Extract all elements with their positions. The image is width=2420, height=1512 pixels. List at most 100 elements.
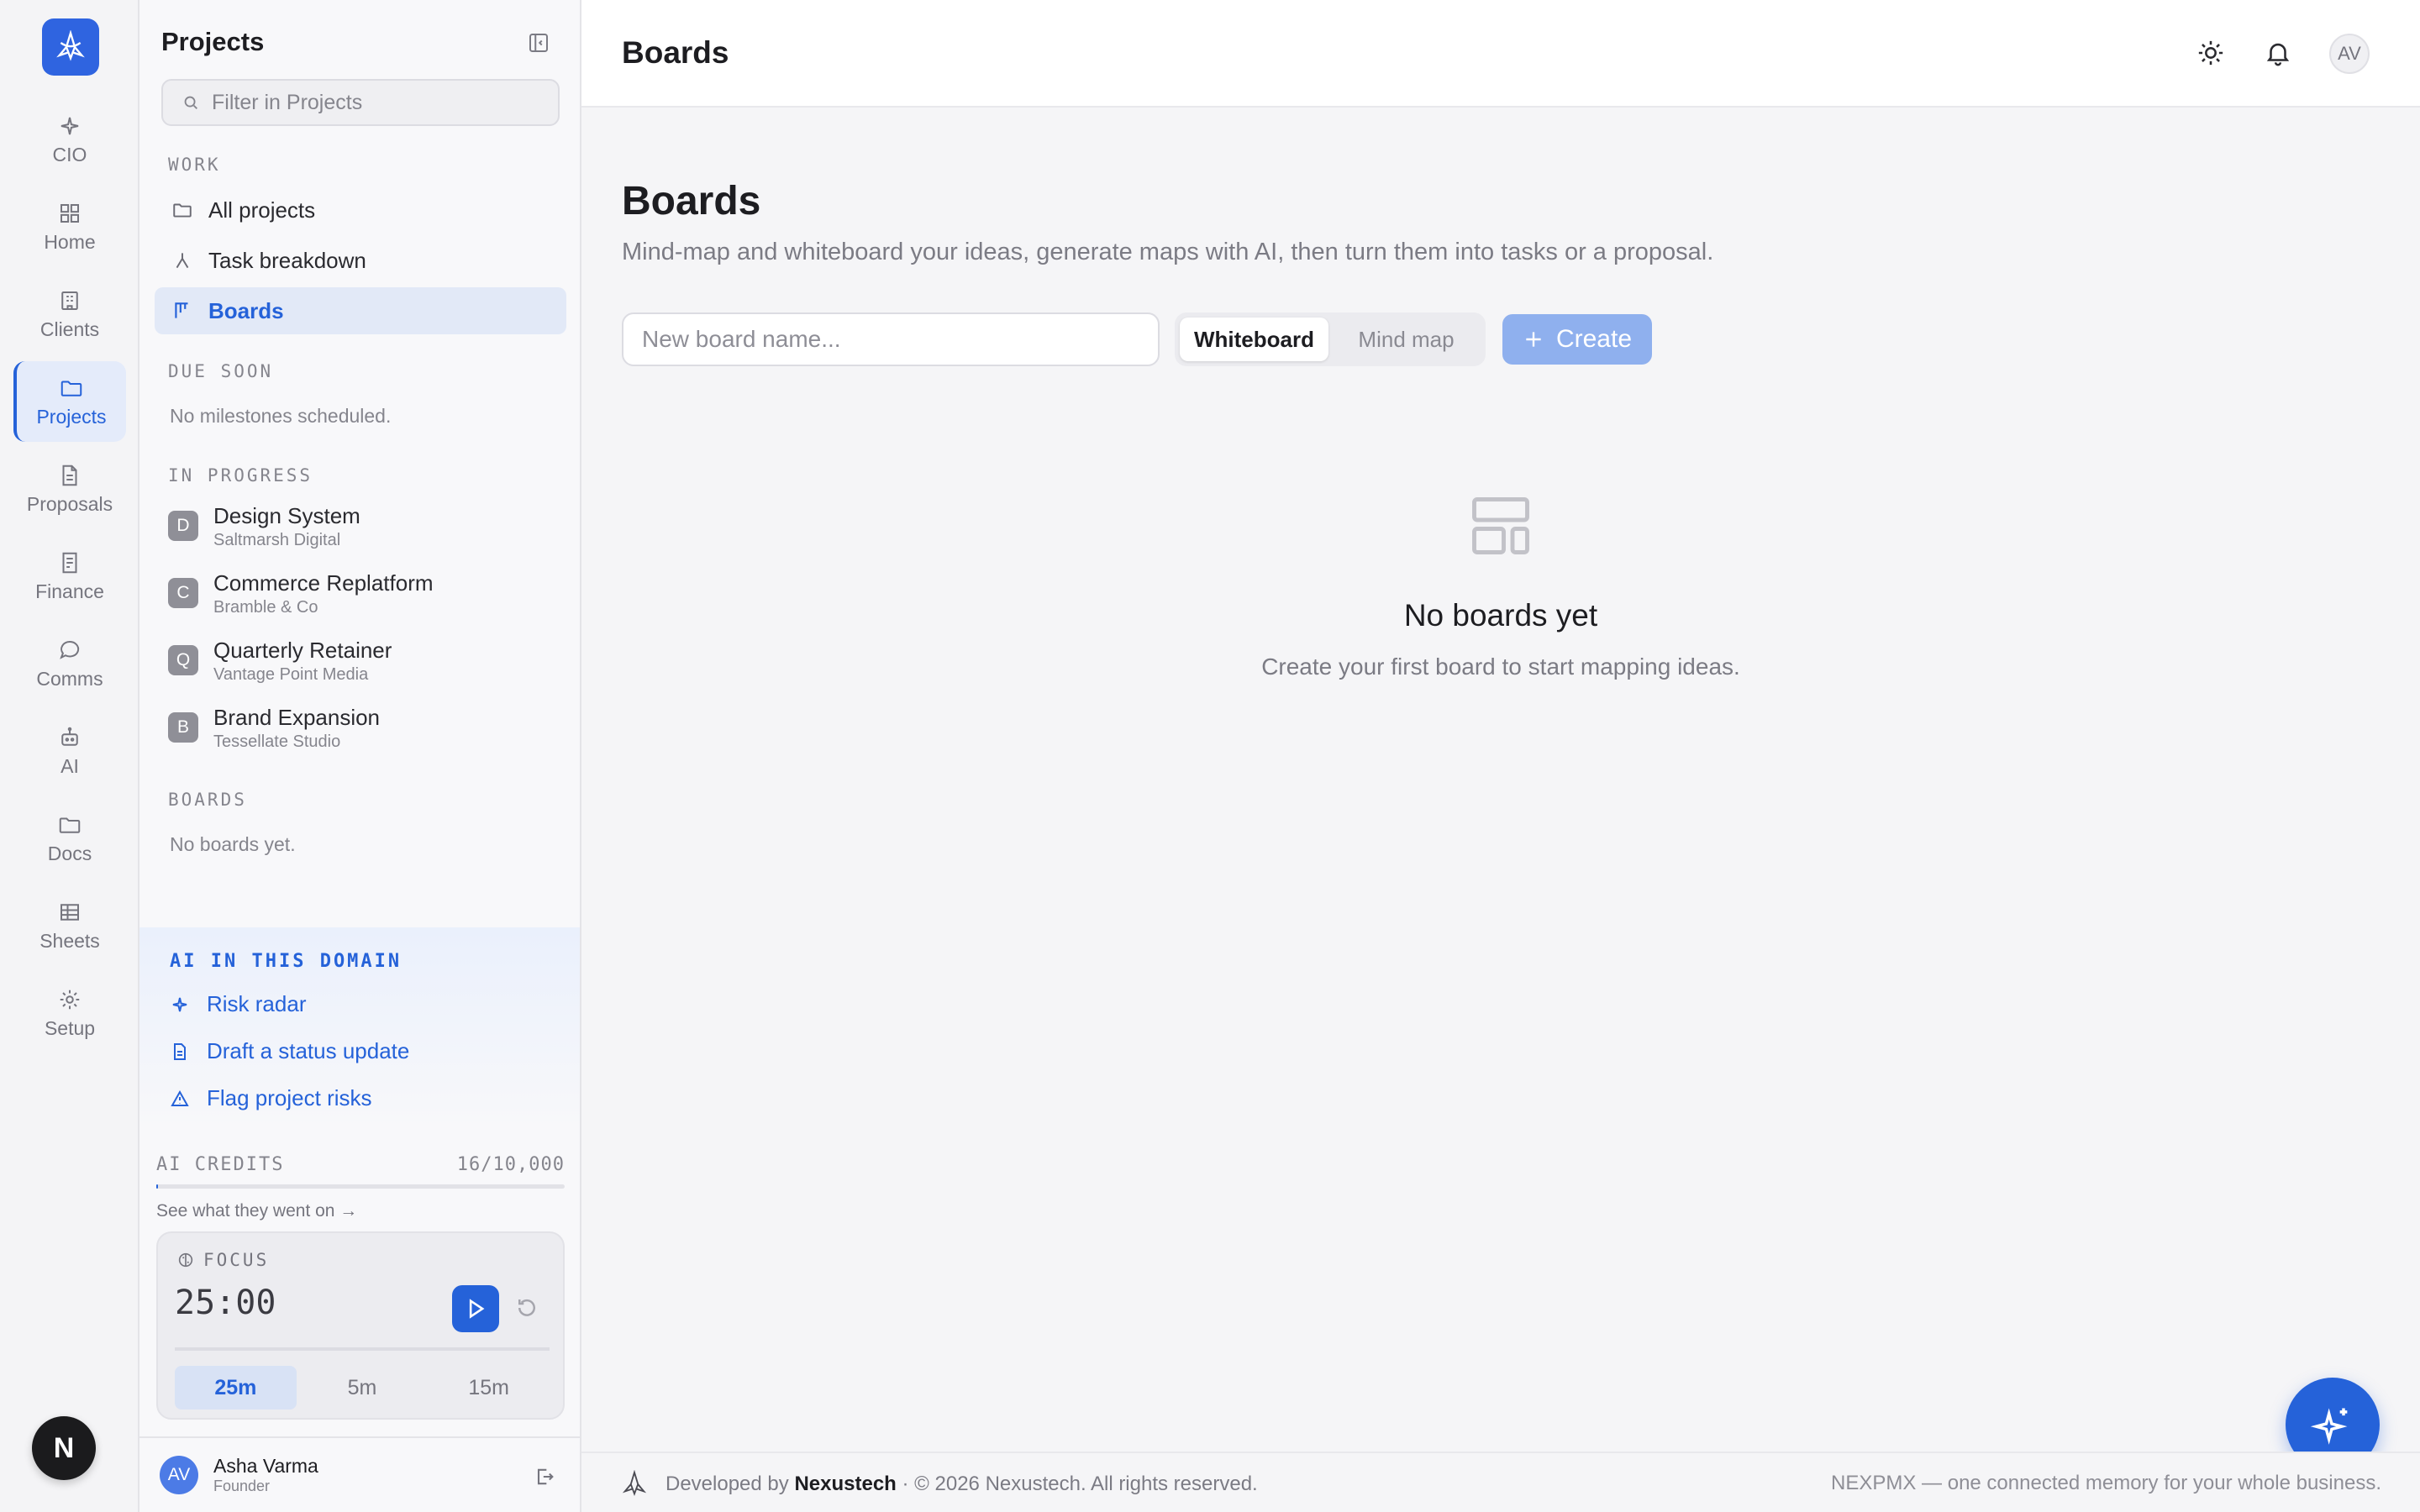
reset-icon[interactable] [514, 1295, 539, 1320]
focus-preset-25m[interactable]: 25m [175, 1366, 297, 1410]
sparkle-icon [172, 997, 187, 1011]
nav-boards[interactable]: Boards [155, 287, 566, 334]
focus-label-row: FOCUS [176, 1250, 269, 1270]
collapse-sidebar-icon[interactable] [526, 30, 551, 55]
mode-whiteboard[interactable]: Whiteboard [1180, 318, 1328, 361]
ai-link-label: Risk radar [207, 991, 307, 1016]
rail-item-sheets[interactable]: Sheets [13, 885, 126, 966]
logout-icon[interactable] [533, 1465, 556, 1488]
focus-time: 25:00 [175, 1284, 276, 1322]
brain-icon [178, 1252, 193, 1268]
focus-progress-track [175, 1347, 550, 1351]
avatar[interactable]: AV [2329, 34, 2370, 74]
folder-icon [173, 203, 192, 218]
project-client: Tessellate Studio [213, 732, 341, 751]
ai-link-risk-radar[interactable]: Risk radar [170, 991, 306, 1017]
ai-link-label: Flag project risks [207, 1085, 372, 1110]
rail-item-proposals[interactable]: Proposals [13, 449, 126, 529]
project-initial-badge: C [168, 578, 198, 608]
sidebar-search[interactable] [161, 79, 560, 126]
play-icon [469, 1299, 485, 1319]
rail-item-home[interactable]: Home [13, 186, 126, 267]
avatar: AV [160, 1456, 198, 1494]
footer-developed-by: Developed by [666, 1473, 789, 1495]
rail-item-label: Docs [47, 842, 92, 864]
sun-icon[interactable] [2196, 39, 2225, 67]
receipt-icon [62, 552, 77, 573]
rail-item-docs[interactable]: Docs [13, 798, 126, 879]
ai-link-flag-project-risks[interactable]: Flag project risks [170, 1085, 372, 1111]
project-initial-badge: D [168, 511, 198, 541]
plus-icon [1526, 332, 1541, 347]
bell-icon[interactable] [2264, 39, 2292, 67]
project-name: Brand Expansion [213, 705, 381, 730]
create-board-button[interactable]: Create [1502, 314, 1652, 365]
workspace-badge[interactable]: N [32, 1416, 96, 1480]
focus-label: FOCUS [203, 1250, 270, 1270]
project-name: Quarterly Retainer [213, 638, 392, 663]
ai-credits-value: 16/10,000 [456, 1154, 565, 1175]
ai-credits-bar [156, 1184, 565, 1189]
sidebar-title: Projects [161, 27, 265, 56]
rail-item-clients[interactable]: Clients [13, 274, 126, 354]
project-item-commerce-replatform[interactable]: C Commerce Replatform Bramble & Co [168, 570, 555, 628]
rail-item-setup[interactable]: Setup [13, 973, 126, 1053]
ai-link-label: Draft a status update [207, 1038, 410, 1063]
ai-credits-link[interactable]: See what they went on → [156, 1201, 357, 1221]
rail-item-comms[interactable]: Comms [13, 623, 126, 704]
sparkles-icon [2311, 1408, 2348, 1445]
rail-item-label: Sheets [39, 929, 100, 952]
projects-sidebar: Projects WORK All projects Task breakdow… [139, 0, 581, 1512]
rail-item-label: CIO [52, 143, 87, 165]
table-icon [60, 903, 79, 921]
nav-task-breakdown[interactable]: Task breakdown [155, 237, 566, 284]
new-board-field[interactable] [622, 312, 1160, 366]
section-label-work: WORK [168, 155, 221, 175]
mode-mind-map[interactable]: Mind map [1332, 318, 1481, 361]
rail-item-finance[interactable]: Finance [13, 536, 126, 617]
building-icon [61, 291, 78, 310]
focus-preset-5m[interactable]: 5m [302, 1366, 424, 1410]
focus-play-button[interactable] [452, 1285, 499, 1332]
boards-subtitle: Mind-map and whiteboard your ideas, gene… [622, 239, 1714, 265]
empty-state-title: No boards yet [1403, 598, 1598, 633]
nav-all-projects[interactable]: All projects [155, 186, 566, 234]
top-bar: Boards AV [581, 0, 2420, 108]
project-client: Bramble & Co [213, 598, 318, 617]
branch-icon [176, 253, 189, 269]
app-rail: CIO Home Clients Projects Proposals Fina… [0, 0, 139, 1512]
rail-item-cio[interactable]: CIO [13, 99, 126, 180]
warning-icon [171, 1089, 189, 1106]
rail-item-ai[interactable]: AI [13, 711, 126, 791]
rail-item-label: Finance [35, 580, 104, 602]
nav-label: All projects [208, 197, 316, 223]
footer-company-link[interactable]: Nexustech [794, 1473, 896, 1495]
user-profile-row[interactable]: AV Asha Varma Founder [139, 1436, 580, 1512]
rail-item-label: Projects [36, 405, 107, 428]
document-icon [62, 465, 77, 486]
boards-heading: Boards [622, 179, 761, 223]
grid-icon [60, 203, 79, 223]
search-icon [184, 96, 197, 109]
ai-credits-label: AI CREDITS [156, 1154, 285, 1175]
rail-item-projects[interactable]: Projects [13, 361, 126, 442]
project-item-brand-expansion[interactable]: B Brand Expansion Tessellate Studio [168, 704, 555, 763]
user-role: Founder [213, 1478, 271, 1494]
chat-icon [60, 640, 80, 659]
focus-preset-15m[interactable]: 15m [428, 1366, 550, 1410]
footer-copyright: · © 2026 Nexustech. All rights reserved. [902, 1473, 1258, 1495]
focus-presets: 25m 5m 15m [175, 1366, 550, 1410]
project-item-design-system[interactable]: D Design System Saltmarsh Digital [168, 502, 555, 561]
kanban-icon [175, 302, 188, 318]
app-logo[interactable] [42, 18, 99, 76]
rail-item-label: AI [60, 754, 79, 777]
sidebar-search-input[interactable] [212, 90, 531, 115]
ai-domain-panel: AI IN THIS DOMAIN Risk radar Draft a sta… [139, 927, 580, 1131]
project-item-quarterly-retainer[interactable]: Q Quarterly Retainer Vantage Point Media [168, 637, 555, 696]
ai-link-draft-status-update[interactable]: Draft a status update [170, 1038, 409, 1064]
project-name: Design System [213, 503, 360, 528]
project-name: Commerce Replatform [213, 570, 434, 596]
footer-credit: Developed by Nexustech · © 2026 Nexustec… [620, 1470, 1258, 1499]
user-name: Asha Varma [213, 1455, 318, 1477]
new-board-input[interactable] [642, 326, 1138, 353]
